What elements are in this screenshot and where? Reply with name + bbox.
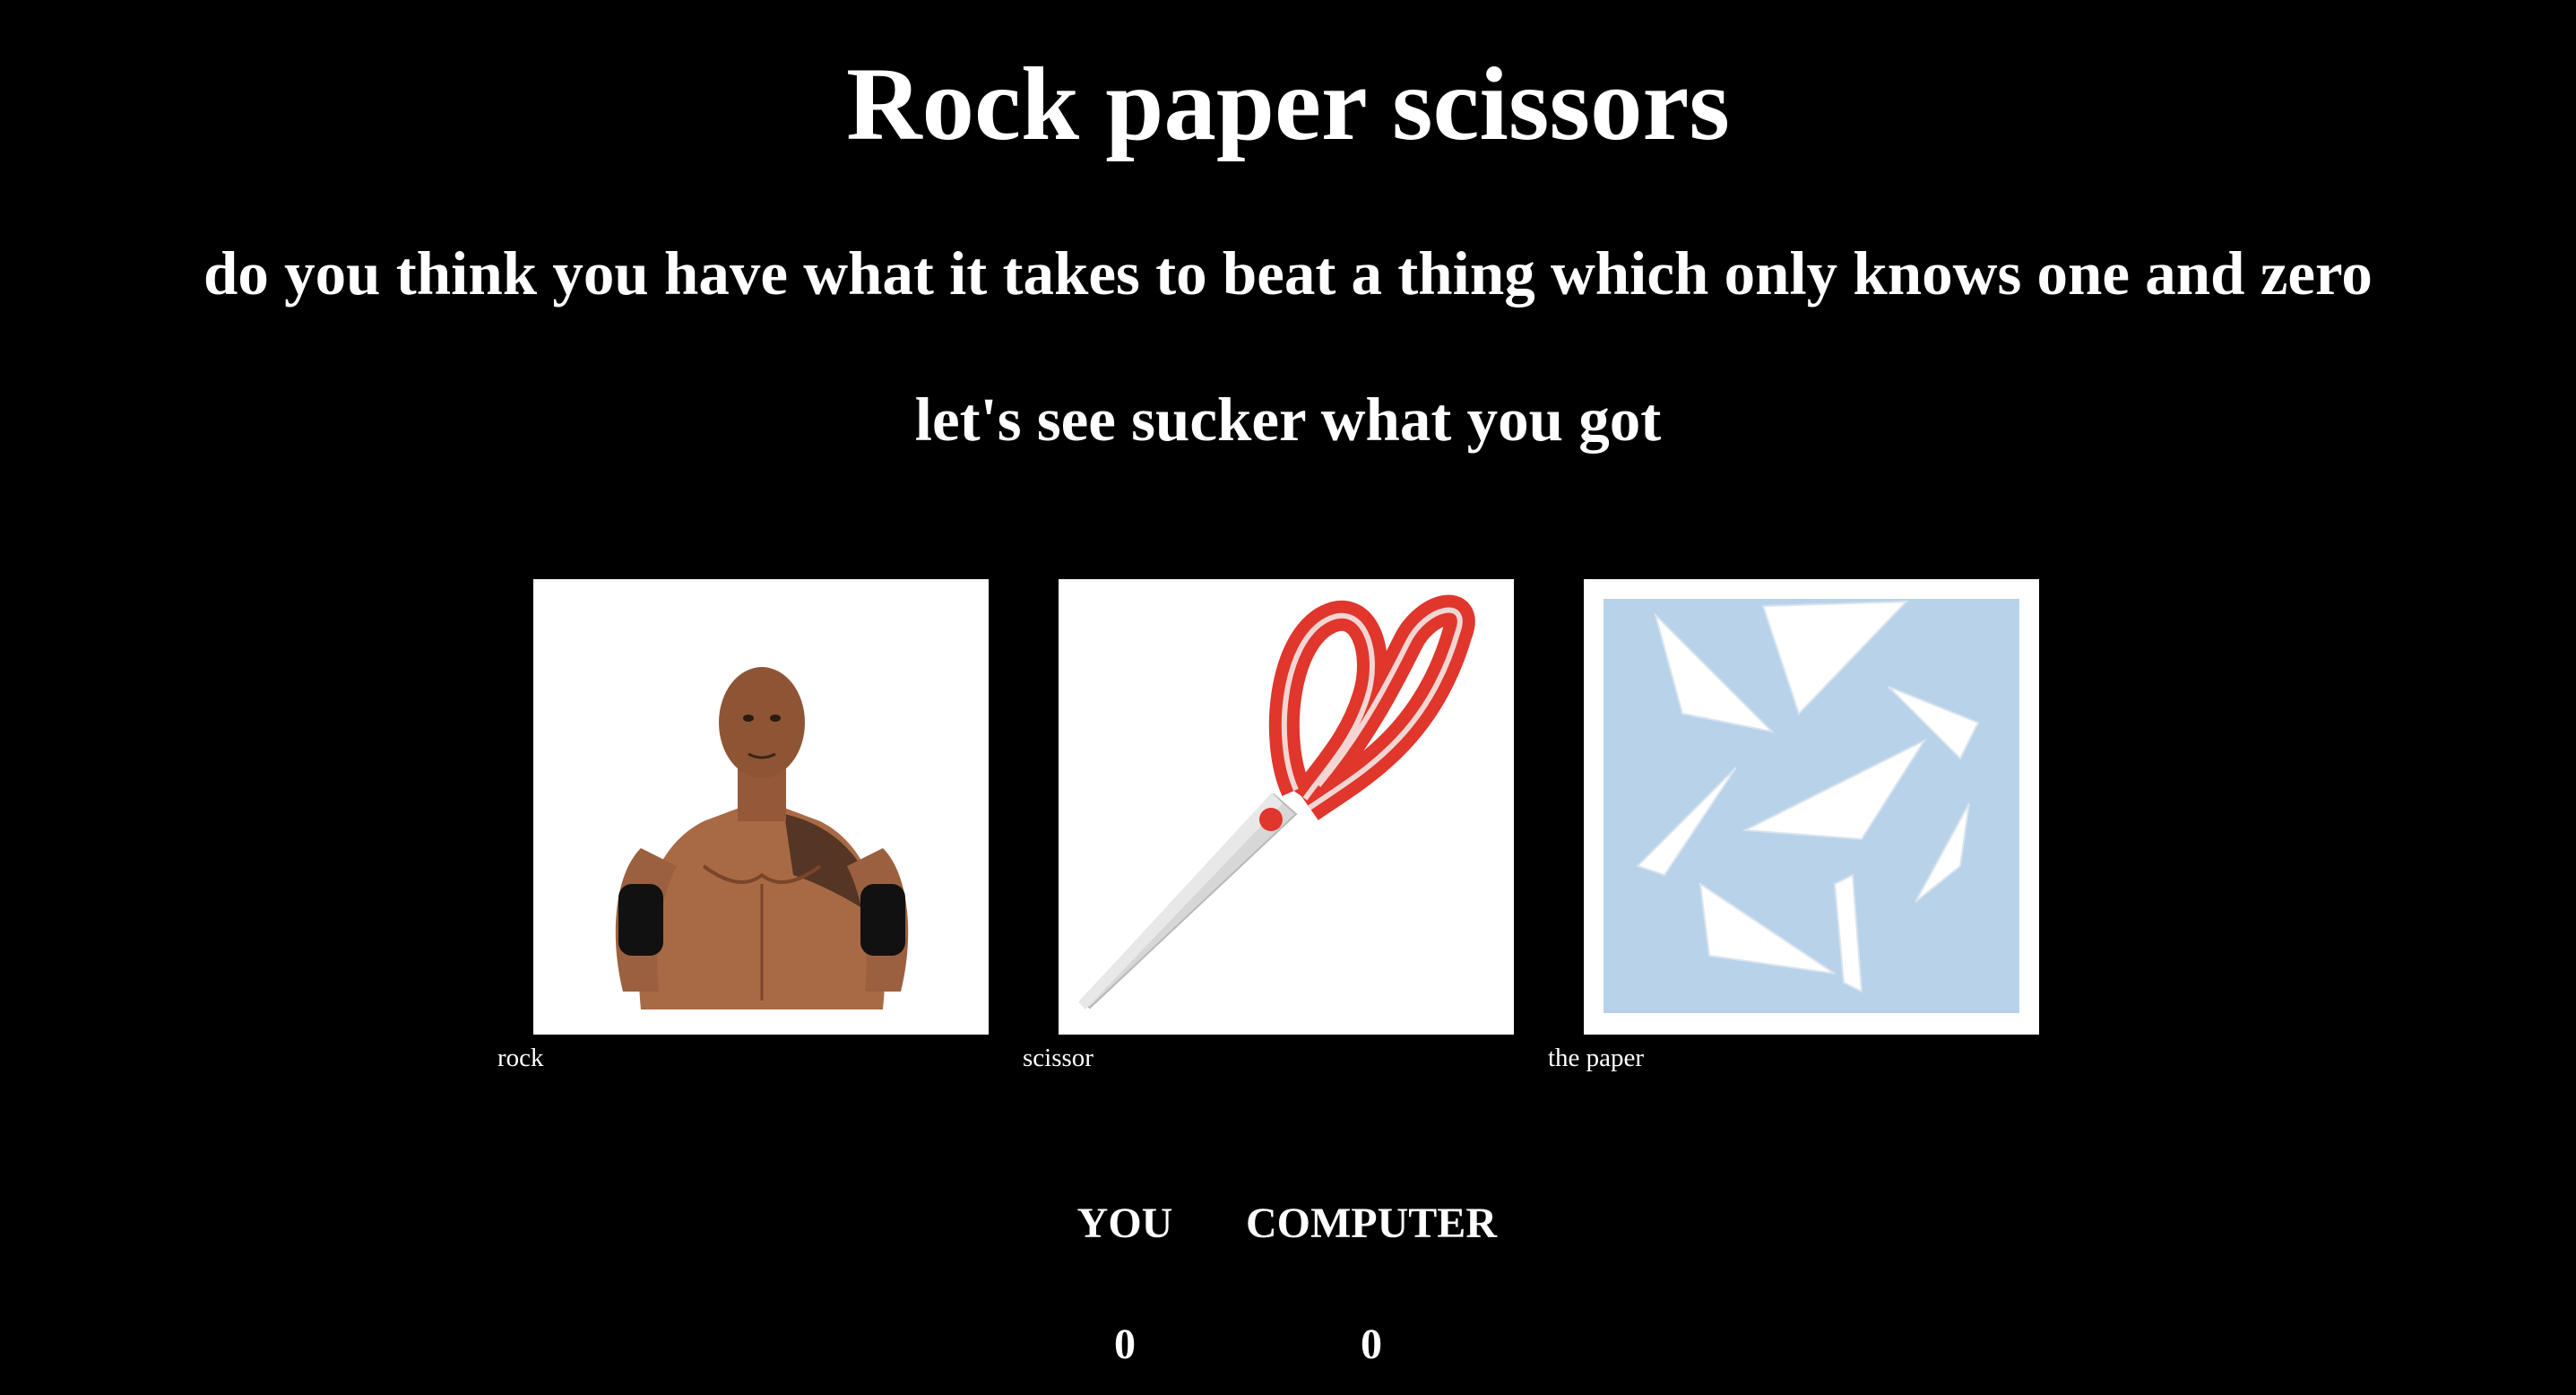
scissor-choice-button[interactable] [1059, 579, 1514, 1035]
scissors-photo-icon [1059, 579, 1514, 1035]
you-score-label: YOU [1076, 1200, 1173, 1247]
rock-caption: rock [497, 1044, 544, 1072]
page-subtitle: do you think you have what it takes to b… [203, 239, 2373, 308]
computer-score-label: COMPUTER [1246, 1200, 1497, 1247]
you-score-value: 0 [1114, 1321, 1136, 1368]
scissor-caption: scissor [1023, 1044, 1094, 1072]
computer-score-value: 0 [1361, 1321, 1382, 1368]
wrestler-photo-icon [533, 579, 989, 1035]
page-tagline: let's see sucker what you got [914, 386, 1662, 454]
rock-choice-button[interactable] [533, 579, 989, 1035]
page-title: Rock paper scissors [846, 47, 1730, 162]
paper-caption: the paper [1548, 1044, 1645, 1072]
paper-planes-photo-icon [1584, 579, 2039, 1035]
paper-choice-button[interactable] [1584, 579, 2039, 1035]
